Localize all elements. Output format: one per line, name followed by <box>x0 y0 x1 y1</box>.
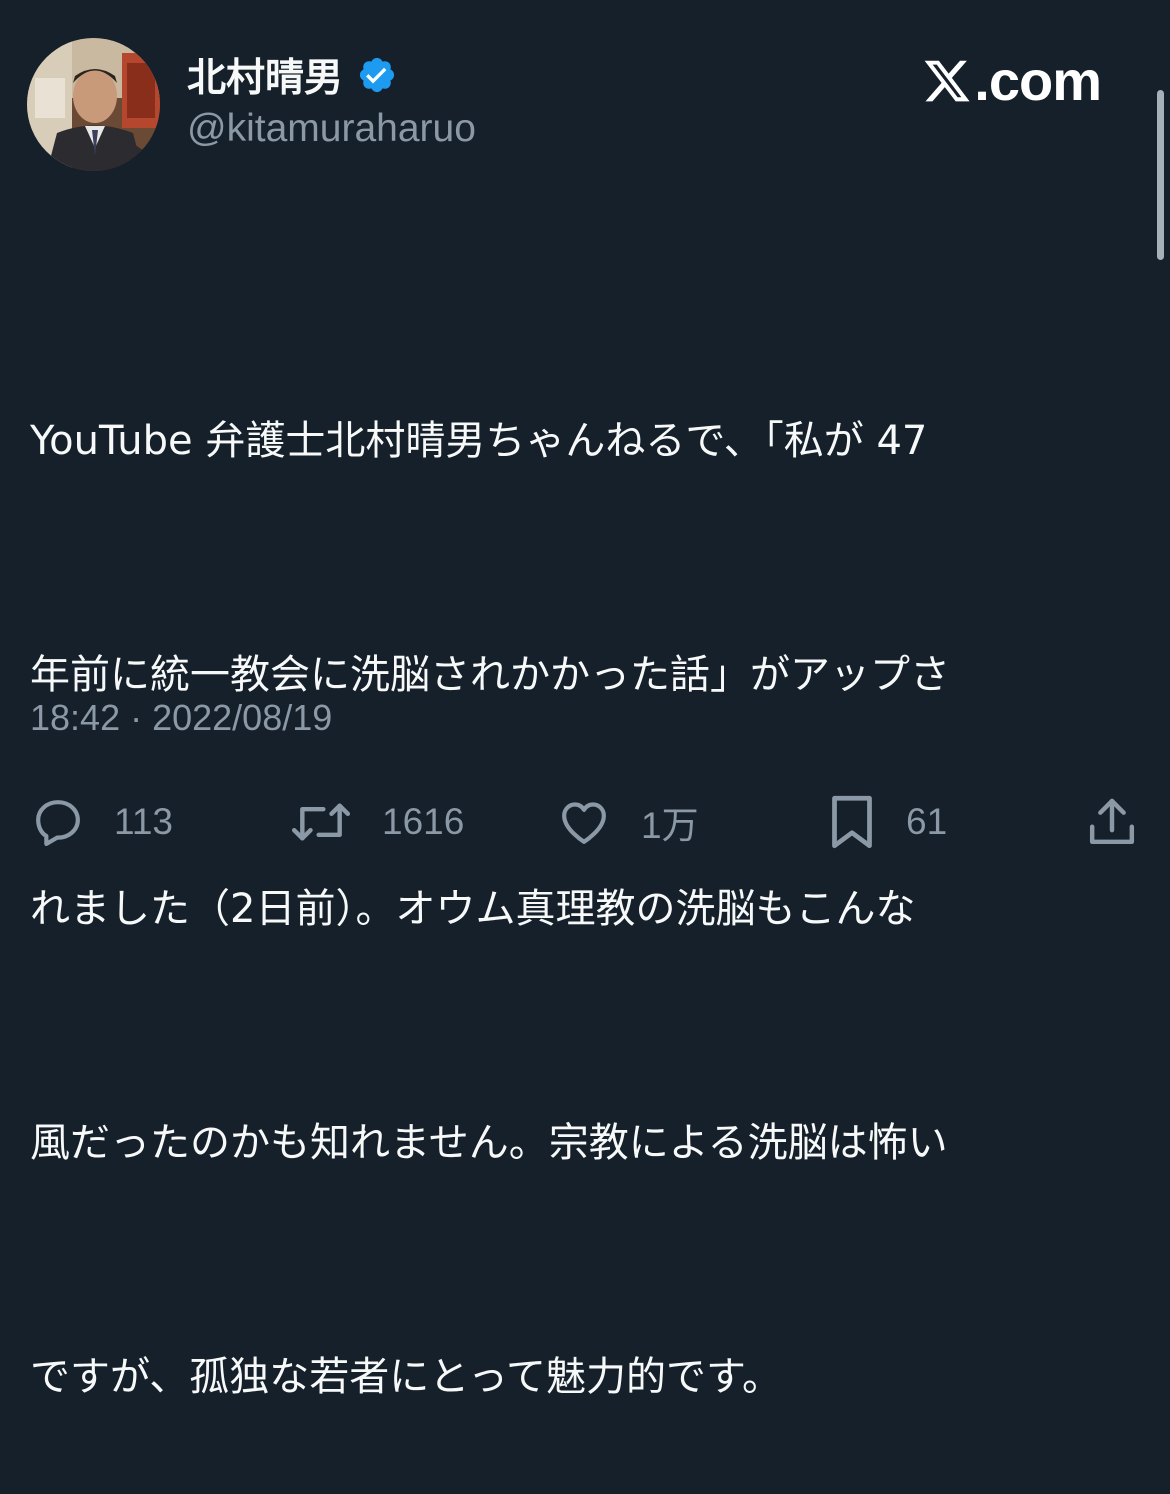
retweet-count: 1616 <box>382 801 465 842</box>
like-button[interactable]: 1万 <box>555 790 699 854</box>
author-handle[interactable]: @kitamuraharuo <box>187 107 476 151</box>
tweet-text-line: 風だったのかも知れません。宗教による洗脳は怖い <box>30 1120 948 1166</box>
share-button[interactable] <box>1084 790 1140 854</box>
tweet-text: YouTube 弁護士北村晴男ちゃんねるで、「私が 47 年前に統一教会に洗脳さ… <box>30 246 1130 1494</box>
avatar[interactable] <box>27 38 160 171</box>
like-count: 1万 <box>641 805 699 846</box>
x-logo-icon <box>924 60 970 101</box>
brand-suffix: .com <box>974 49 1102 112</box>
reply-icon <box>36 800 80 847</box>
reply-count: 113 <box>114 801 173 842</box>
tweet-text-line: YouTube 弁護士北村晴男ちゃんねるで、「私が 47 <box>30 418 928 464</box>
bookmark-count: 61 <box>906 801 948 842</box>
retweet-icon <box>291 803 351 841</box>
tweet-text-line: れました（2日前）。オウム真理教の洗脳もこんな <box>30 886 916 932</box>
reply-button[interactable]: 113 <box>30 790 173 854</box>
like-icon <box>562 802 606 844</box>
retweet-button[interactable]: 1616 <box>288 790 464 854</box>
share-icon <box>1089 798 1135 845</box>
scrollbar[interactable] <box>1157 90 1164 260</box>
brand-logo: .com <box>922 48 1102 113</box>
verified-badge-icon <box>357 55 397 95</box>
tweet-text-line: ですが、孤独な若者にとって魅力的です。 <box>30 1354 782 1400</box>
tweet-timestamp[interactable]: 18:42 · 2022/08/19 <box>30 697 332 739</box>
bookmark-button[interactable]: 61 <box>826 790 947 854</box>
author-display-name[interactable]: 北村晴男 <box>187 47 343 103</box>
action-bar: 113 1616 1万 61 <box>0 790 1170 854</box>
bookmark-icon <box>832 795 872 849</box>
author-name-row[interactable]: 北村晴男 <box>187 47 397 103</box>
